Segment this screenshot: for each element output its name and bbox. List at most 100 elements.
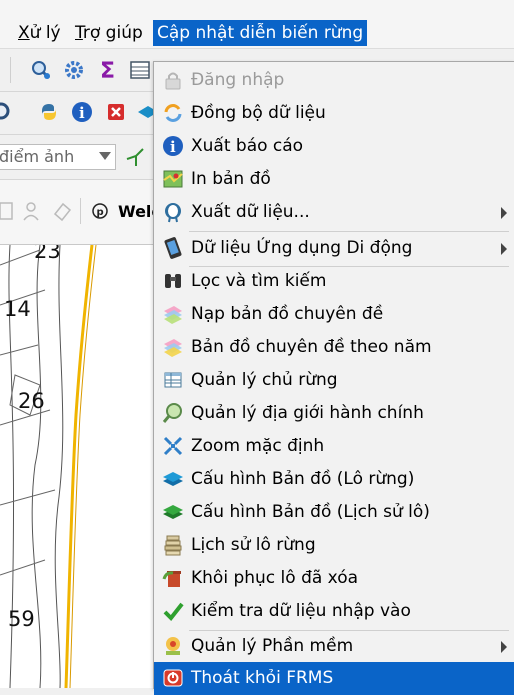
- menu-item-label: Lọc và tìm kiếm: [191, 271, 327, 291]
- menu-item-label: Đăng nhập: [191, 70, 285, 90]
- chevron-down-icon: [99, 152, 111, 160]
- attribute-table-icon[interactable]: [129, 59, 151, 81]
- menu-item-cau-hinh-ban-do-lo-rung[interactable]: Cấu hình Bản đồ (Lô rừng): [154, 463, 514, 496]
- dropdown-menu: Đăng nhập Đồng bộ dữ liệu i Xuất báo cáo…: [153, 61, 514, 695]
- gear-icon[interactable]: [63, 59, 85, 81]
- menu-item-dong-bo-du-lieu[interactable]: Đồng bộ dữ liệu: [154, 97, 514, 130]
- vertex-tool-icon[interactable]: [124, 146, 146, 168]
- delete-icon[interactable]: [105, 101, 127, 123]
- toolbar-separator: [10, 57, 11, 83]
- menu-item-label: Kiểm tra dữ liệu nhập vào: [191, 601, 411, 621]
- toolbar-separator: [80, 198, 81, 224]
- menu-item-label: Lịch sử lô rừng: [191, 535, 316, 555]
- menu-item-label: Quản lý chủ rừng: [191, 370, 338, 390]
- svg-text:p: p: [97, 207, 104, 218]
- exit-icon: [163, 669, 183, 687]
- menu-item-quan-ly-phan-mem[interactable]: Quản lý Phần mềm: [154, 630, 514, 663]
- user-pin-icon[interactable]: [20, 200, 42, 222]
- menu-xu-ly-hotkey: X: [18, 23, 30, 43]
- green-layers-icon: [163, 505, 183, 519]
- map-label: 26: [18, 389, 45, 413]
- menu-item-label: Quản lý địa giới hành chính: [191, 403, 424, 423]
- menu-item-xuat-bao-cao[interactable]: i Xuất báo cáo: [154, 130, 514, 163]
- postgis-icon[interactable]: p: [91, 202, 109, 220]
- print-map-icon: [163, 170, 183, 188]
- sync-icon: [164, 104, 182, 122]
- zoom-icon[interactable]: [0, 101, 12, 123]
- menu-bar: Xử lý Trợ giúp Cập nhật diễn biến rừng: [0, 0, 514, 49]
- menu-item-nap-ban-do-chuyen-de[interactable]: Nạp bản đồ chuyên đề: [154, 298, 514, 331]
- menu-item-label: Quản lý Phần mềm: [191, 636, 354, 656]
- python-icon[interactable]: [38, 101, 60, 123]
- menu-item-xuat-du-lieu[interactable]: Xuất dữ liệu...: [154, 196, 514, 229]
- submenu-arrow-icon: [501, 243, 507, 255]
- window-top-strip: [0, 0, 514, 13]
- menu-cap-nhat-dien-bien-rung[interactable]: Cập nhật diễn biến rừng: [153, 20, 368, 46]
- menu-item-khoi-phuc-lo-da-xoa[interactable]: Khôi phục lô đã xóa: [154, 562, 514, 595]
- menu-item-label: Cấu hình Bản đồ (Lịch sử lô): [191, 502, 430, 522]
- menu-item-label: In bản đồ: [191, 169, 271, 189]
- menu-item-kiem-tra-du-lieu-nhap-vao[interactable]: Kiểm tra dữ liệu nhập vào: [154, 595, 514, 628]
- identify-icon[interactable]: [30, 59, 52, 81]
- lock-icon: [165, 72, 181, 90]
- menu-item-label: Xuất dữ liệu...: [191, 202, 310, 222]
- blue-layers-icon: [163, 472, 183, 486]
- menu-item-label: Khôi phục lô đã xóa: [191, 568, 359, 588]
- menu-item-label: Bản đồ chuyên đề theo năm: [191, 337, 432, 357]
- menu-tro-giup-label: rợ giúp: [82, 23, 143, 43]
- menu-item-quan-ly-dia-gioi-hanh-chinh[interactable]: Quản lý địa giới hành chính: [154, 397, 514, 430]
- info-icon[interactable]: i: [71, 101, 93, 123]
- menu-xu-ly-label: ử lý: [29, 23, 61, 43]
- snapping-unit-combo[interactable]: điểm ảnh: [0, 144, 116, 170]
- menu-item-label: Thoát khỏi FRMS: [191, 668, 334, 688]
- menu-item-loc-va-tim-kiem[interactable]: Lọc và tìm kiếm: [154, 265, 514, 298]
- page-icon[interactable]: [0, 200, 16, 222]
- menu-item-in-ban-do[interactable]: In bản đồ: [154, 163, 514, 196]
- sum-icon[interactable]: Σ: [97, 59, 119, 81]
- menu-item-label: Đồng bộ dữ liệu: [191, 103, 326, 123]
- svg-text:Σ: Σ: [100, 59, 115, 81]
- zoom-map-icon: [162, 403, 182, 423]
- mobile-device-icon: [164, 237, 182, 259]
- table-icon: [164, 372, 182, 388]
- postgres-elephant-icon: [165, 203, 181, 223]
- toolbar-row-4: p Welc: [0, 180, 161, 245]
- menu-item-dang-nhap[interactable]: Đăng nhập: [154, 64, 514, 97]
- submenu-arrow-icon: [501, 207, 507, 219]
- binoculars-icon: [165, 274, 181, 288]
- menu-item-label: Cấu hình Bản đồ (Lô rừng): [191, 469, 415, 489]
- eraser-icon[interactable]: [51, 200, 73, 222]
- zoom-extent-icon: [163, 436, 183, 456]
- map-label: 14: [4, 297, 31, 321]
- map-label: 59: [8, 607, 35, 631]
- stack-icon: [164, 535, 182, 556]
- menu-item-zoom-mac-dinh[interactable]: Zoom mặc định: [154, 430, 514, 463]
- thematic-map-icon: [164, 306, 182, 324]
- checkmark-icon: [163, 602, 184, 622]
- toolbar-row-1: Σ: [0, 49, 160, 92]
- menu-item-du-lieu-ung-dung-di-dong[interactable]: Dữ liệu Ứng dụng Di động: [154, 232, 514, 265]
- menu-item-quan-ly-chu-rung[interactable]: Quản lý chủ rừng: [154, 364, 514, 397]
- map-label: 23: [34, 245, 61, 263]
- svg-text:i: i: [79, 104, 85, 122]
- snapping-unit-value: điểm ảnh: [0, 147, 75, 166]
- submenu-arrow-icon: [501, 641, 507, 653]
- menu-tro-giup-hotkey: T: [75, 23, 83, 43]
- menu-item-lich-su-lo-rung[interactable]: Lịch sử lô rừng: [154, 529, 514, 562]
- menu-xu-ly[interactable]: Xử lý: [14, 20, 65, 46]
- menu-item-ban-do-chuyen-de-theo-nam[interactable]: Bản đồ chuyên đề theo năm: [154, 331, 514, 364]
- restore-icon: [162, 571, 181, 587]
- menu-item-label: Nạp bản đồ chuyên đề: [191, 304, 384, 324]
- menu-item-label: Dữ liệu Ứng dụng Di động: [191, 238, 413, 258]
- toolbar-row-3: điểm ảnh: [0, 135, 160, 180]
- menu-item-thoat-khoi-frms[interactable]: Thoát khỏi FRMS: [154, 662, 514, 695]
- info-icon: i: [163, 136, 183, 156]
- menu-item-label: Zoom mặc định: [191, 436, 325, 456]
- map-canvas[interactable]: 23 14 26 59: [0, 245, 160, 688]
- svg-text:i: i: [170, 138, 176, 156]
- software-icon: [166, 637, 180, 655]
- menu-item-label: Xuất báo cáo: [191, 136, 304, 156]
- menu-tro-giup[interactable]: Trợ giúp: [71, 20, 147, 46]
- menu-item-cau-hinh-ban-do-lich-su-lo[interactable]: Cấu hình Bản đồ (Lịch sử lô): [154, 496, 514, 529]
- toolbar-row-2: i: [0, 92, 160, 135]
